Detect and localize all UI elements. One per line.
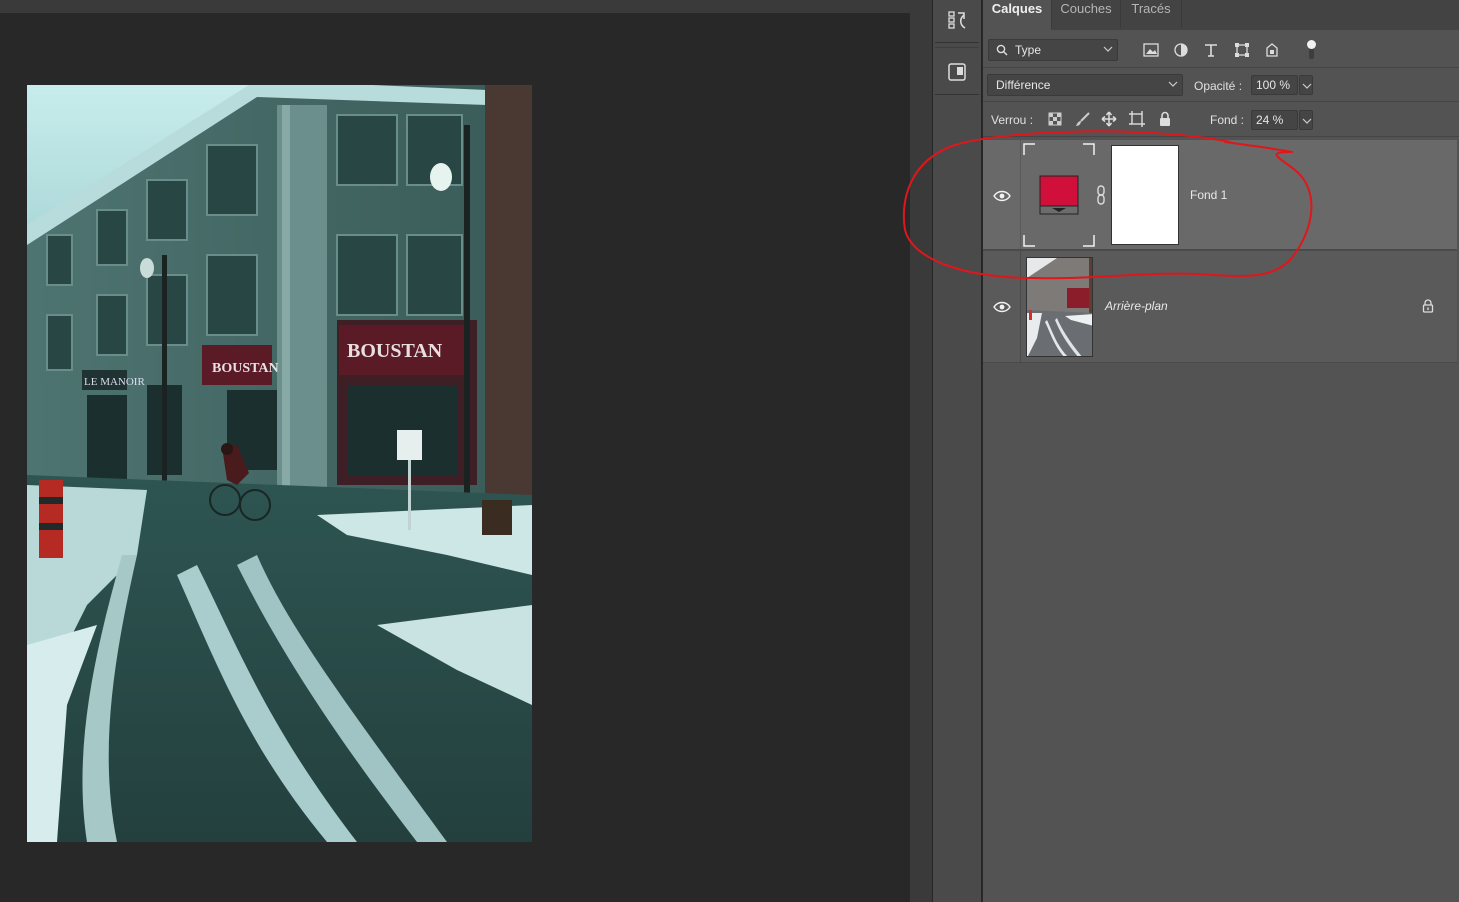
visibility-eye-icon[interactable] [993, 301, 1011, 313]
lock-position-icon[interactable] [1100, 110, 1118, 128]
filter-label: Type [1015, 43, 1042, 57]
layer-thumbnail[interactable] [1023, 143, 1095, 247]
lock-transparency-icon[interactable] [1046, 110, 1064, 128]
chevron-down-icon [1302, 83, 1312, 89]
blend-mode-value: Différence [996, 78, 1051, 92]
smart-object-filter-icon[interactable] [1263, 41, 1281, 59]
properties-panel-icon[interactable] [936, 52, 978, 92]
type-filter-icon[interactable] [1202, 41, 1220, 59]
panel-dock [932, 0, 982, 902]
photoshop-window: BOUSTAN BOUSTAN LE MANOIR Calques Couche… [0, 0, 1459, 902]
filter-toggle-icon[interactable] [1306, 40, 1316, 60]
fill-slider-toggle[interactable] [1299, 110, 1313, 130]
history-panel-icon[interactable] [936, 0, 978, 40]
document-canvas[interactable]: BOUSTAN BOUSTAN LE MANOIR [0, 0, 930, 902]
opacity-input[interactable]: 100 % [1251, 75, 1298, 95]
fill-label: Fond : [1210, 113, 1245, 127]
lock-all-icon[interactable] [1156, 110, 1174, 128]
chevron-down-icon [1168, 81, 1178, 87]
fill-input[interactable]: 24 % [1251, 110, 1298, 130]
svg-text:BOUSTAN: BOUSTAN [347, 340, 443, 362]
tab-calques[interactable]: Calques [983, 0, 1051, 30]
visibility-eye-icon[interactable] [993, 190, 1011, 202]
layer-row-fond-1[interactable]: Fond 1 [983, 140, 1457, 249]
document-image: BOUSTAN BOUSTAN LE MANOIR [27, 85, 532, 842]
shape-filter-icon[interactable] [1233, 41, 1251, 59]
chain-link-icon[interactable] [1095, 185, 1107, 205]
lock-icon[interactable] [1422, 299, 1434, 313]
chevron-down-icon [1302, 118, 1312, 124]
panel-tabs: Calques Couches Tracés [983, 0, 1459, 30]
search-icon [996, 44, 1008, 56]
layer-filter-dropdown[interactable]: Type [988, 39, 1118, 61]
opacity-label: Opacité : [1194, 79, 1243, 93]
layer-thumbnail[interactable] [1026, 257, 1093, 357]
layer-name[interactable]: Fond 1 [1190, 188, 1227, 202]
canvas-scrollbar[interactable] [910, 0, 932, 902]
layers-panel: Calques Couches Tracés Type Différence O… [983, 0, 1459, 902]
layer-mask-thumbnail[interactable] [1111, 145, 1179, 245]
lock-artboard-icon[interactable] [1128, 110, 1146, 128]
svg-text:LE MANOIR: LE MANOIR [84, 376, 145, 388]
adjustment-filter-icon[interactable] [1172, 41, 1190, 59]
layer-row-arriere-plan[interactable]: Arrière-plan [983, 251, 1457, 362]
blend-mode-dropdown[interactable]: Différence [987, 74, 1183, 96]
canvas-top-bar [0, 0, 930, 13]
opacity-slider-toggle[interactable] [1299, 75, 1313, 95]
image-filter-icon[interactable] [1142, 41, 1160, 59]
layer-name[interactable]: Arrière-plan [1105, 299, 1168, 313]
lock-pixels-icon[interactable] [1074, 110, 1092, 128]
tab-traces[interactable]: Tracés [1121, 0, 1181, 30]
chevron-down-icon [1103, 46, 1113, 52]
tab-couches[interactable]: Couches [1052, 0, 1120, 30]
svg-text:BOUSTAN: BOUSTAN [212, 361, 279, 376]
lock-label: Verrou : [991, 113, 1034, 127]
